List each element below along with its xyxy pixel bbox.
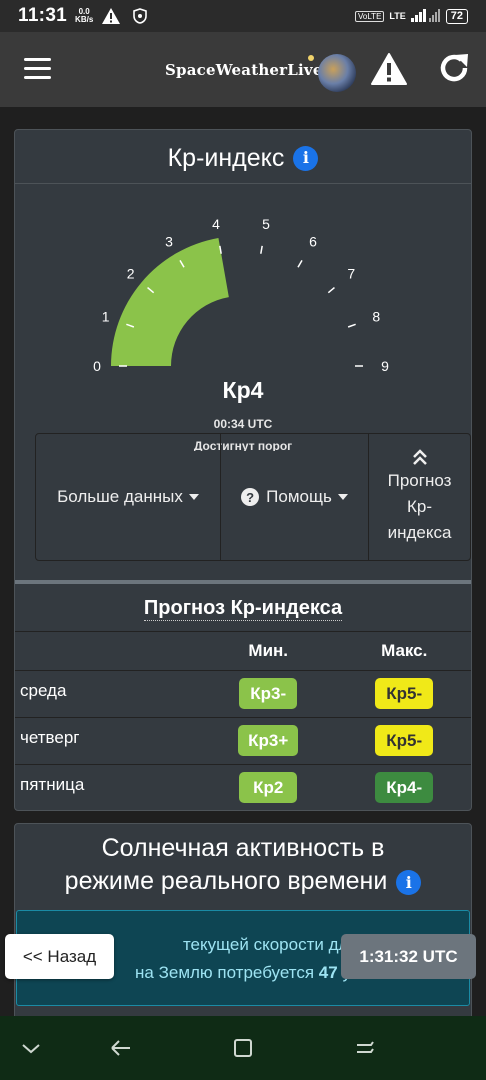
forecast-day: пятница (20, 774, 85, 794)
chevron-down-icon (337, 494, 348, 500)
warning-notification-icon (101, 7, 121, 25)
gauge-tick-label: 3 (165, 233, 173, 249)
kp-card-header: Кр-индекс i (15, 130, 471, 184)
info-text-prefix: на Землю потребуется (135, 963, 315, 982)
solar-activity-card: Солнечная активность в режиме реального … (14, 823, 472, 1023)
gauge-tick-label: 1 (102, 309, 110, 325)
gauge-tick-label: 8 (372, 309, 380, 325)
kp-gauge-fill (111, 237, 229, 366)
forecast-day: четверг (15, 717, 199, 765)
kp-max-badge: Кр5- (375, 725, 434, 756)
battery-icon: 72 (445, 8, 468, 24)
kp-max-badge: Кр4- (375, 772, 434, 804)
solar-activity-title: Солнечная активность в режиме реального … (15, 832, 471, 898)
kp-current-value: Кр4 (222, 377, 264, 403)
refresh-icon[interactable] (436, 50, 472, 86)
gauge-tick-label: 6 (309, 233, 317, 249)
help-label: Помощь (266, 487, 332, 506)
forecast-title-text[interactable]: Прогноз Кр-индекса (143, 597, 343, 621)
info-icon[interactable]: i (396, 869, 422, 895)
kp-max-badge: Кр5- (375, 678, 434, 709)
gauge-tick-label: 2 (127, 265, 135, 281)
gauge-tick-label: 0 (93, 358, 101, 374)
forecast-min-cell: Кр3+ (199, 717, 338, 765)
back-arrow-icon[interactable] (108, 1036, 134, 1060)
info-text-line-2: на Землю потребуется 47 у (135, 963, 351, 982)
gauge-tick-label: 4 (212, 216, 220, 232)
more-data-dropdown[interactable]: Больше данных (36, 434, 221, 560)
max-column-header: Макс. (337, 632, 471, 671)
status-right-cluster: VoLTE LTE 72 (354, 8, 468, 25)
kp-min-badge: Кр2 (239, 772, 298, 804)
question-icon: ? (241, 488, 260, 506)
recent-apps-icon[interactable] (352, 1036, 378, 1060)
table-row: среда Кр3- Кр5- (15, 670, 471, 718)
table-row: пятница Кр2 Кр4- (15, 764, 471, 811)
kp-timestamp: 00:34 UTC (213, 417, 273, 431)
menu-icon[interactable] (24, 58, 51, 80)
gauge-tick-label: 7 (347, 265, 355, 281)
info-icon[interactable]: i (293, 145, 319, 171)
logo-sun-dot (308, 55, 314, 61)
table-row: четверг Кр3+ Кр5- (15, 717, 471, 765)
chevron-down-icon[interactable] (18, 1036, 44, 1060)
kp-gauge: 0123456789 Кр4 00:34 UTC Достигнут порог (15, 185, 471, 451)
min-column-header: Мин. (199, 632, 338, 671)
kp-action-buttons: Больше данных ? Помощь Прогноз Кр- индекс… (35, 433, 471, 561)
gauge-tick (327, 287, 335, 294)
back-button[interactable]: << Назад (5, 934, 114, 979)
system-nav-bar (0, 1016, 486, 1080)
kp-forecast-toggle[interactable]: Прогноз Кр- индекса (369, 434, 470, 560)
home-square-icon[interactable] (230, 1036, 256, 1060)
signal-icon (410, 8, 441, 25)
more-data-label: Больше данных (57, 487, 183, 506)
gauge-tick-label: 5 (262, 216, 270, 232)
gauge-tick (260, 245, 263, 254)
forecast-toggle-label-1: Прогноз (387, 471, 452, 490)
status-time: 11:31 (18, 5, 68, 26)
forecast-min-cell: Кр2 (199, 764, 337, 811)
lte-label: LTE (389, 11, 406, 21)
info-text-hours: 47 (318, 963, 338, 982)
forecast-max-cell: Кр5- (337, 717, 471, 765)
kp-min-badge: Кр3+ (238, 725, 299, 756)
gauge-tick (347, 323, 356, 328)
help-dropdown[interactable]: ? Помощь (221, 434, 369, 560)
forecast-max-cell: Кр4- (337, 764, 471, 811)
app-header: SpaceWeatherLive (0, 32, 486, 107)
day-column-header (15, 632, 199, 671)
kp-min-badge: Кр3- (239, 678, 298, 709)
gauge-tick-label: 9 (381, 358, 389, 374)
solar-title-line-1: Солнечная активность в (101, 834, 385, 862)
chevron-down-icon (188, 494, 199, 500)
volte-badge: VoLTE (354, 10, 385, 22)
forecast-max-cell: Кр5- (337, 670, 471, 718)
network-speed: 0.0 KB/s (75, 7, 94, 24)
earth-logo-icon[interactable] (318, 54, 356, 92)
gauge-tick (297, 259, 303, 268)
solar-title-line-2: режиме реального времени (64, 867, 388, 895)
alert-warning-icon[interactable] (370, 52, 408, 86)
shield-notification-icon (133, 8, 148, 24)
status-bar: 11:31 0.0 KB/s VoLTE LTE 72 (0, 0, 486, 32)
forecast-toggle-label-3: индекса (387, 523, 452, 542)
forecast-min-cell: Кр3- (199, 670, 338, 718)
kp-card-title: Кр-индекс (167, 144, 285, 173)
forecast-table: Мин. Макс. среда Кр3- Кр5- четверг Кр3+ … (15, 632, 471, 811)
info-text-line-1: текущей скорости для пр (182, 935, 382, 954)
site-logo-text[interactable]: SpaceWeatherLive (165, 61, 323, 79)
double-chevron-up-icon (412, 449, 427, 465)
utc-clock-button[interactable]: 1:31:32 UTC (341, 934, 476, 979)
forecast-day: среда (15, 670, 199, 718)
forecast-header-row: Мин. Макс. (15, 632, 471, 671)
forecast-toggle-label-2: Кр- (406, 497, 433, 516)
kp-index-card: Кр-индекс i 0123456789 Кр4 00:34 UTC Дост… (14, 129, 472, 811)
forecast-title[interactable]: Прогноз Кр-индекса (15, 584, 471, 632)
